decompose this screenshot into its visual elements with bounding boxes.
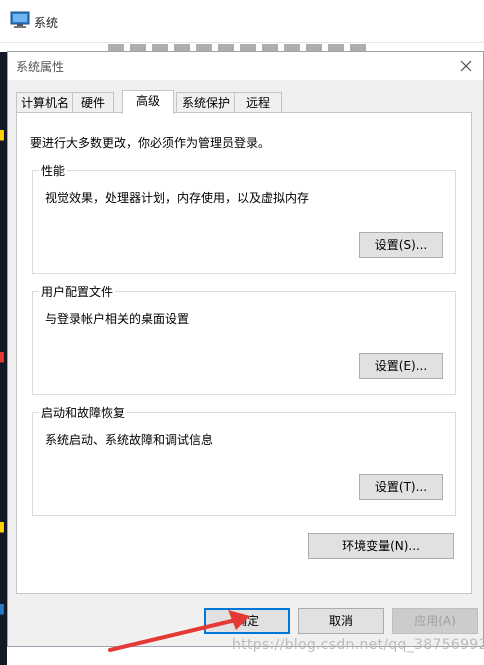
startup-recovery-group: 启动和故障恢复 系统启动、系统故障和调试信息 设置(T)...: [32, 404, 456, 516]
tab-system-protection[interactable]: 系统保护: [176, 92, 236, 113]
startup-recovery-group-label: 启动和故障恢复: [39, 404, 128, 421]
user-profiles-description: 与登录帐户相关的桌面设置: [45, 312, 190, 326]
performance-group: 性能 视觉效果，处理器计划，内存使用，以及虚拟内存 设置(S)...: [32, 162, 456, 274]
close-icon[interactable]: [455, 55, 477, 77]
performance-description: 视觉效果，处理器计划，内存使用，以及虚拟内存: [45, 191, 310, 205]
tab-computer-name[interactable]: 计算机名: [16, 92, 74, 113]
desktop-edge-marker: ▌: [0, 352, 7, 363]
background-window-title: 系统: [34, 16, 59, 30]
system-properties-dialog: 系统属性 计算机名 硬件 高级 系统保护 远程 要进行大多数更改，你必须作为管理…: [7, 51, 484, 647]
startup-recovery-settings-button[interactable]: 设置(T)...: [359, 474, 443, 500]
user-profiles-group-label: 用户配置文件: [39, 283, 116, 300]
startup-recovery-description: 系统启动、系统故障和调试信息: [45, 433, 214, 447]
performance-group-label: 性能: [39, 162, 68, 179]
apply-button[interactable]: 应用(A): [392, 608, 478, 634]
user-profiles-group: 用户配置文件 与登录帐户相关的桌面设置 设置(E)...: [32, 283, 456, 395]
desktop-edge: ▌ ▌ ▌ ▌: [0, 52, 7, 665]
tab-hardware[interactable]: 硬件: [72, 92, 114, 113]
dialog-title: 系统属性: [16, 60, 65, 74]
desktop-edge-marker: ▌: [0, 130, 7, 141]
environment-variables-button[interactable]: 环境变量(N)...: [308, 533, 454, 559]
desktop-edge-marker: ▌: [0, 522, 7, 533]
computer-monitor-icon: [10, 11, 30, 28]
tab-remote[interactable]: 远程: [234, 92, 282, 113]
user-profiles-settings-button[interactable]: 设置(E)...: [359, 353, 443, 379]
background-window-titlebar: 系统: [0, 0, 484, 43]
admin-notice: 要进行大多数更改，你必须作为管理员登录。: [30, 136, 271, 150]
watermark-text: https://blog.csdn.net/qq_38756992: [232, 637, 484, 653]
cancel-button[interactable]: 取消: [298, 608, 384, 634]
taskbar-text: me: [58, 648, 78, 662]
dialog-titlebar: 系统属性: [8, 52, 483, 80]
tab-advanced[interactable]: 高级: [122, 90, 174, 114]
annotation-arrow: [108, 610, 250, 652]
desktop-edge-marker: ▌: [0, 604, 7, 615]
performance-settings-button[interactable]: 设置(S)...: [359, 232, 443, 258]
